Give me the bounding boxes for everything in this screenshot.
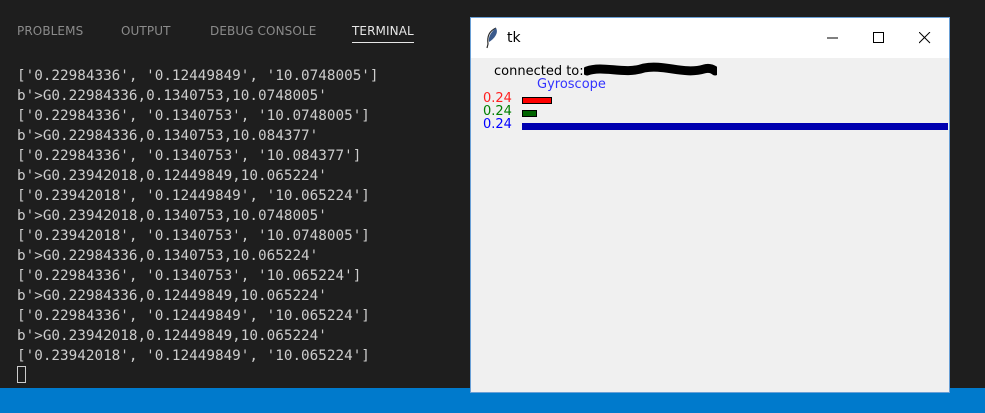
terminal-line: b'>G0.22984336,0.12449849,10.065224' [17, 288, 327, 304]
terminal-line: b'>G0.22984336,0.1340753,10.065224' [17, 248, 319, 264]
tk-window: tk connected to: Gyroscope 0.24 0.24 0.2… [470, 17, 950, 393]
terminal-line: ['0.22984336', '0.1340753', '10.084377'] [17, 148, 362, 164]
terminal-line: b'>G0.23942018,0.12449849,10.065224' [17, 168, 327, 184]
terminal-line: b'>G0.23942018,0.1340753,10.0748005' [17, 208, 327, 224]
terminal-prompt-line[interactable] [17, 366, 467, 386]
terminal-line: ['0.22984336', '0.1340753', '10.065224'] [17, 268, 362, 284]
terminal-line: ['0.22984336', '0.1340753', '10.0748005'… [17, 108, 370, 124]
tk-canvas: connected to: Gyroscope 0.24 0.24 0.24 [471, 58, 949, 392]
maximize-icon [873, 32, 884, 43]
axis-bar [522, 123, 948, 130]
terminal-line: ['0.23942018', '0.12449849', '10.065224'… [17, 348, 370, 364]
redaction-scribble [584, 62, 717, 76]
axis-bar [522, 97, 552, 104]
terminal-output[interactable]: ['0.22984336', '0.12449849', '10.0748005… [17, 66, 467, 386]
terminal-line: ['0.23942018', '0.12449849', '10.065224'… [17, 188, 370, 204]
close-button[interactable] [902, 18, 948, 58]
minimize-button[interactable] [810, 18, 856, 58]
tk-titlebar[interactable]: tk [471, 18, 949, 58]
terminal-line: ['0.22984336', '0.12449849', '10.0748005… [17, 68, 379, 84]
tab-problems[interactable]: PROBLEMS [17, 24, 83, 38]
axis-row-z: 0.24 [483, 117, 949, 133]
close-icon [919, 32, 931, 44]
terminal-line: ['0.22984336', '0.12449849', '10.065224'… [17, 308, 370, 324]
terminal-cursor [17, 366, 26, 383]
sensor-label: Gyroscope [537, 77, 606, 92]
feather-icon [486, 27, 497, 49]
terminal-line: ['0.23942018', '0.1340753', '10.0748005'… [17, 228, 370, 244]
tab-output[interactable]: OUTPUT [121, 24, 171, 38]
terminal-line: b'>G0.22984336,0.1340753,10.084377' [17, 128, 319, 144]
maximize-button[interactable] [856, 18, 902, 58]
axis-row-x: 0.24 [483, 92, 949, 107]
terminal-line: b'>G0.22984336,0.1340753,10.0748005' [17, 88, 327, 104]
window-title: tk [507, 30, 521, 46]
axis-bar [522, 110, 537, 117]
active-tab-indicator [352, 42, 414, 43]
terminal-line: b'>G0.23942018,0.12449849,10.065224' [17, 328, 327, 344]
tab-terminal[interactable]: TERMINAL [352, 24, 414, 38]
minimize-icon [827, 37, 838, 39]
axis-value: 0.24 [483, 117, 512, 132]
tab-debug-console[interactable]: DEBUG CONSOLE [210, 24, 316, 38]
axis-row-y: 0.24 [483, 105, 949, 120]
